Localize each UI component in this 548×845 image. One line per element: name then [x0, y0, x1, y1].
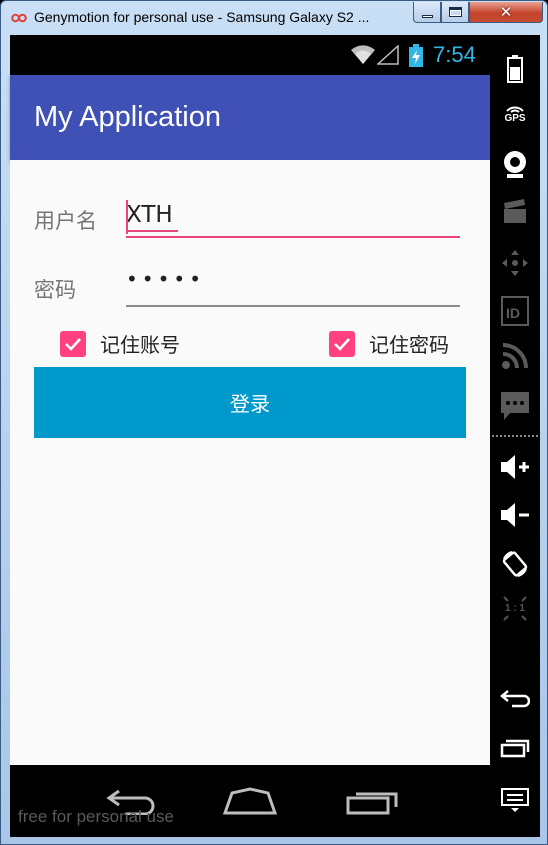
remember-account-label: 记住账号 [100, 333, 180, 357]
sidebar-back-icon[interactable] [490, 689, 540, 709]
home-icon[interactable] [222, 787, 278, 815]
rss-icon[interactable] [490, 342, 540, 370]
remember-password-checkbox[interactable]: 记住密码 [329, 329, 449, 358]
maximize-button[interactable] [441, 2, 469, 23]
password-label: 密码 [34, 278, 76, 302]
maximize-icon [448, 7, 462, 17]
status-bar: 7:54 [10, 35, 490, 75]
window-titlebar[interactable]: Genymotion for personal use - Samsung Ga… [1, 1, 547, 35]
emulator-sidebar: GPS ID 1 : 1 [490, 35, 540, 837]
identifier-icon[interactable]: ID [490, 296, 540, 326]
app-title: My Application [34, 101, 221, 133]
app-bar: My Application [10, 75, 490, 160]
gps-icon[interactable]: GPS [490, 103, 540, 124]
navigation-bar: free for personal use [10, 765, 490, 837]
checkbox-checked-icon [60, 330, 86, 357]
emulator-window: Genymotion for personal use - Samsung Ga… [0, 0, 548, 845]
window-title: Genymotion for personal use - Samsung Ga… [34, 9, 370, 25]
username-input[interactable] [126, 198, 460, 238]
gps-label: GPS [504, 113, 526, 124]
video-capture-icon[interactable] [490, 199, 540, 225]
menu-icon[interactable] [490, 787, 540, 813]
minimize-icon [421, 14, 433, 18]
username-label: 用户名 [34, 209, 97, 233]
rotate-icon[interactable] [490, 549, 540, 579]
dpad-icon[interactable] [490, 248, 540, 278]
spellcheck-underline [128, 230, 178, 232]
text-cursor [126, 200, 128, 234]
battery-charging-icon [409, 44, 423, 67]
sidebar-recent-apps-icon[interactable] [490, 738, 540, 758]
signal-icon [377, 45, 399, 65]
camera-icon[interactable] [490, 149, 540, 179]
status-clock: 7:54 [433, 42, 476, 67]
login-form: 用户名 密码 ••••• 记住账号 记住密码 登录 [10, 160, 490, 765]
remember-account-checkbox[interactable]: 记住账号 [60, 329, 180, 358]
checkbox-checked-icon [329, 330, 355, 357]
wifi-icon [351, 45, 375, 64]
volume-down-icon[interactable] [490, 501, 540, 529]
battery-icon[interactable] [490, 55, 540, 83]
close-icon: ✕ [499, 3, 513, 21]
pixel-ratio-label: 1 : 1 [504, 603, 525, 614]
sidebar-divider [492, 435, 538, 437]
genymotion-logo-icon [11, 11, 27, 25]
recent-apps-icon[interactable] [346, 789, 398, 815]
remember-password-label: 记住密码 [369, 333, 449, 357]
password-input[interactable]: ••••• [126, 267, 460, 307]
pixel-ratio-icon[interactable]: 1 : 1 [490, 595, 540, 622]
sms-icon[interactable] [490, 391, 540, 421]
watermark: free for personal use [18, 807, 174, 826]
close-button[interactable]: ✕ [469, 2, 543, 23]
svg-text:ID: ID [506, 305, 520, 321]
minimize-button[interactable] [413, 2, 441, 23]
login-button[interactable]: 登录 [34, 367, 466, 438]
volume-up-icon[interactable] [490, 453, 540, 481]
